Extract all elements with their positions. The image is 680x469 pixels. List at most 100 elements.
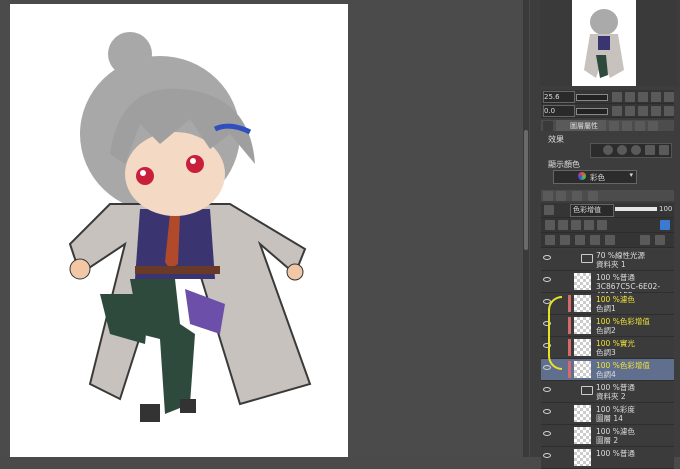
layer-text: 70 %線性光源 資料夾 1 [596,251,645,269]
annotation-bracket [548,296,562,370]
layer-row[interactable]: 100 %彩度 圖層 14 [541,403,674,425]
layer-row[interactable]: 70 %線性光源 資料夾 1 [541,249,674,271]
layer-settings-icon[interactable] [655,235,665,245]
zoom-in-icon[interactable] [625,92,635,102]
merge-layer-icon[interactable] [590,235,600,245]
fit-view-icon[interactable] [638,92,648,102]
rotate-right-icon[interactable] [625,106,635,116]
layer-thumbnail [574,361,591,378]
layer-text: 100 %普通 資料夾 2 [596,383,635,401]
reference-icon[interactable] [558,220,568,230]
lock-icon[interactable] [584,220,594,230]
effect-extract-icon[interactable] [645,145,655,155]
clip-indicator [568,295,571,312]
actual-size-icon[interactable] [651,92,661,102]
flip-icon[interactable] [664,106,674,116]
effect-more-icon[interactable] [659,145,669,155]
new-folder-icon[interactable] [560,235,570,245]
layer-name: 圖層 2 [596,436,619,445]
layer-thumbnail [574,427,591,444]
zoom-slider[interactable] [576,94,608,101]
layer-name: 圖層 14 [596,414,623,423]
effect-label: 效果 [548,135,564,144]
chevron-down-icon: ▾ [629,171,633,179]
rotate-left-icon[interactable] [612,106,622,116]
layer-row[interactable]: 100 %濾色 圖層 2 [541,425,674,447]
character-artwork [68,32,312,422]
layer-blend-opacity: 100 %普通 [596,383,635,392]
zoom-field[interactable]: 25.6 [543,91,575,103]
display-color-select[interactable]: 彩色 ▾ [553,170,637,184]
flip-vertical-icon[interactable] [651,106,661,116]
layer-name: 資料夾 1 [596,260,626,269]
blend-mode-select[interactable]: 色彩增值 [570,204,614,217]
blend-mode-value: 色彩增值 [573,206,601,214]
draft-icon[interactable] [571,220,581,230]
layer-thumbnail [574,339,591,356]
opacity-value[interactable]: 100 [659,205,672,213]
layer-text: 100 %濾色 色調1 [596,295,635,313]
layer-row[interactable]: 100 %普通 [541,447,674,469]
layer-blend-opacity: 100 %色彩增值 [596,317,650,326]
angle-slider[interactable] [576,108,608,115]
tab-layer-property-label: 圖層屬性 [570,122,598,130]
eye-icon[interactable] [543,453,551,458]
layer-panel-menu-icon[interactable] [543,191,553,201]
folder-icon[interactable] [581,386,593,395]
new-layer-icon[interactable] [545,235,555,245]
layer-text: 100 %濾色 圖層 2 [596,427,635,445]
eye-icon[interactable] [543,387,551,392]
lock-transparency-icon[interactable] [597,220,607,230]
layer-thumbnail [574,449,591,466]
eye-icon[interactable] [543,409,551,414]
mask-icon[interactable] [605,235,615,245]
tab-layer-property[interactable]: 圖層屬性 [556,120,606,131]
eye-icon[interactable] [543,431,551,436]
layer-name: 色調3 [596,348,616,357]
delete-layer-icon[interactable] [640,235,650,245]
canvas-scrollbar-thumb[interactable] [524,130,528,250]
zoom-out-icon[interactable] [612,92,622,102]
layer-row[interactable]: 100 %普通 資料夾 2 [541,381,674,403]
folder-icon[interactable] [581,254,593,263]
opacity-slider[interactable] [615,207,657,211]
layer-text: 100 %彩度 圖層 14 [596,405,635,423]
layer-name: 色調1 [596,304,616,313]
eye-icon[interactable] [543,277,551,282]
layer-name: 色調4 [596,370,616,379]
layer-tab3-icon[interactable] [588,191,598,201]
reset-rotation-icon[interactable] [638,106,648,116]
layer-text: 100 %色彩增值 色調2 [596,317,650,335]
tab-icon-a[interactable] [609,121,619,131]
eye-icon[interactable] [543,255,551,260]
angle-field[interactable]: 0.0 [543,105,575,117]
panel-menu-icon[interactable] [543,121,553,131]
layer-color-icon[interactable] [544,205,554,215]
layer-row[interactable]: 100 %普通3C867C5C-6E02-4F1D-AEF [541,271,674,300]
tab-icon-c[interactable] [635,121,645,131]
layer-thumbnail [574,295,591,312]
copy-layer-icon[interactable] [575,235,585,245]
layer-blend-opacity: 100 %色彩增值 [596,361,650,370]
flip-horizontal-icon[interactable] [664,92,674,102]
display-color-label: 顯示顏色 [548,160,580,169]
clip-indicator [568,339,571,356]
navigator-thumbnail[interactable] [572,0,636,86]
effect-border-icon[interactable] [603,145,613,155]
layer-tab-icon[interactable] [556,191,566,201]
layer-color-swatch-icon[interactable] [660,220,670,230]
layer-blend-opacity: 100 %濾色 [596,427,635,436]
eye-icon[interactable] [543,365,551,370]
layer-blend-opacity: 70 %線性光源 [596,251,646,260]
layer-blend-opacity: 100 %彩度 [596,405,635,414]
tab-icon-b[interactable] [622,121,632,131]
layer-blend-opacity: 100 %濾色 [596,295,635,304]
drawing-canvas[interactable] [10,4,348,457]
clip-indicator [568,361,571,378]
tab-icon-d[interactable] [648,121,658,131]
effect-tone-icon[interactable] [617,145,627,155]
effect-watercolor-icon[interactable] [631,145,641,155]
clip-icon[interactable] [545,220,555,230]
display-color-value: 彩色 [590,173,605,182]
layer-tab2-icon[interactable] [572,191,582,201]
